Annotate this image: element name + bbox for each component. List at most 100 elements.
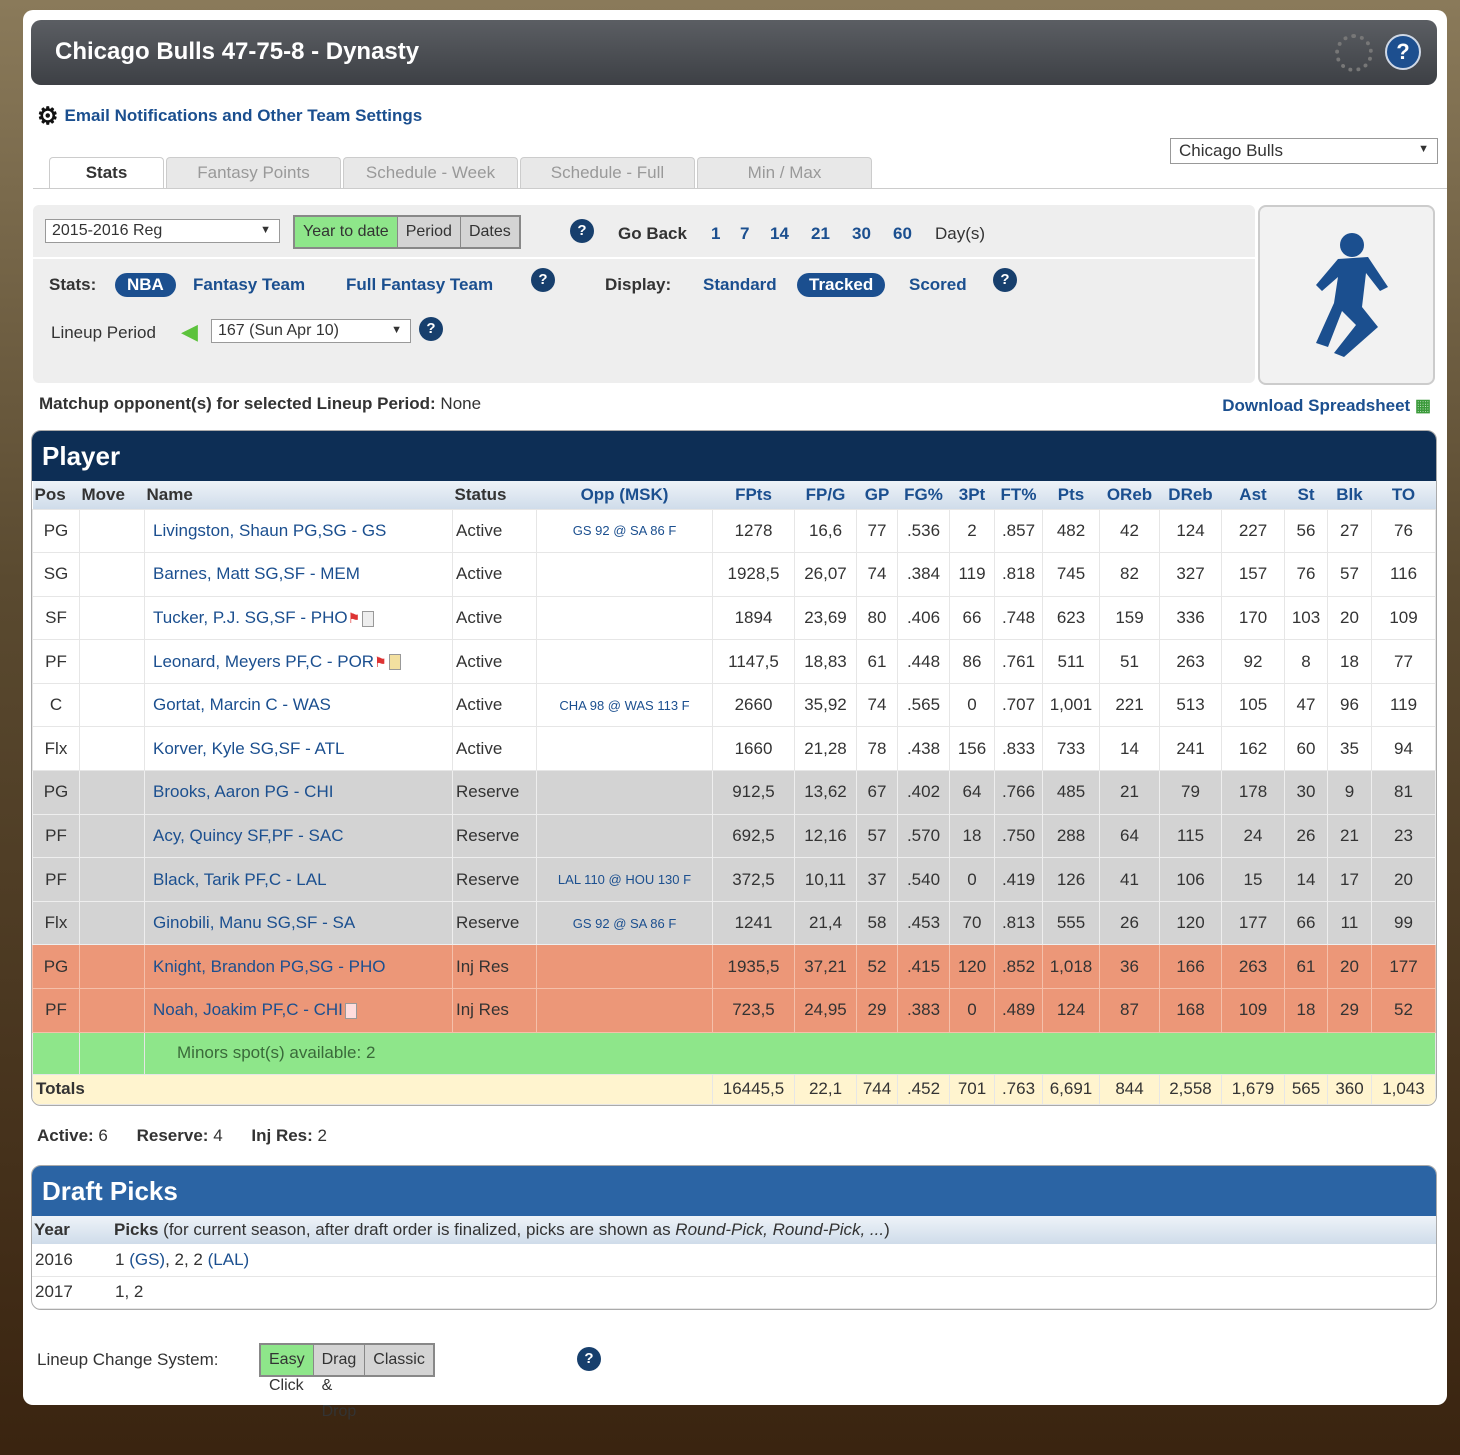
display-standard[interactable]: Standard — [703, 275, 777, 295]
move-cell[interactable] — [79, 682, 145, 728]
tab-stats[interactable]: Stats — [49, 157, 164, 189]
go-back-21[interactable]: 21 — [811, 224, 830, 244]
opponent-cell[interactable]: LAL 110 @ HOU 130 F — [536, 857, 713, 902]
tab-fantasy-points[interactable]: Fantasy Points — [166, 157, 341, 189]
display-scored[interactable]: Scored — [909, 275, 967, 295]
flag-icon[interactable]: ⚑ — [374, 654, 387, 670]
opponent-cell[interactable]: GS 92 @ SA 86 F — [536, 508, 713, 554]
opponent-cell[interactable] — [536, 639, 713, 684]
col-pos[interactable]: Pos — [32, 481, 80, 509]
help-icon[interactable]: ? — [570, 219, 594, 243]
tab-min-max[interactable]: Min / Max — [697, 157, 872, 189]
opponent-cell[interactable]: GS 92 @ SA 86 F — [536, 900, 713, 946]
col-st[interactable]: St — [1284, 481, 1328, 509]
opponent-cell[interactable] — [536, 770, 713, 815]
col-ast[interactable]: Ast — [1221, 481, 1285, 509]
go-back-14[interactable]: 14 — [770, 224, 789, 244]
dates-button[interactable]: Dates — [460, 217, 519, 247]
col-fpts[interactable]: FPts — [712, 481, 795, 509]
player-name-link[interactable]: Acy, Quincy SF,PF - SAC — [153, 826, 344, 845]
col-dreb[interactable]: DReb — [1159, 481, 1222, 509]
position-cell[interactable]: PF — [32, 988, 80, 1033]
help-icon[interactable]: ? — [531, 268, 555, 292]
player-name-link[interactable]: Leonard, Meyers PF,C - POR — [153, 652, 374, 671]
move-cell[interactable] — [79, 552, 145, 597]
opponent-cell[interactable] — [536, 813, 713, 859]
move-cell[interactable] — [79, 770, 145, 815]
stats-nba[interactable]: NBA — [115, 273, 176, 297]
opponent-cell[interactable]: CHA 98 @ WAS 113 F — [536, 682, 713, 728]
display-tracked[interactable]: Tracked — [797, 273, 886, 297]
move-cell[interactable] — [79, 726, 145, 772]
tab-schedule-full[interactable]: Schedule - Full — [520, 157, 695, 189]
player-note-icon[interactable] — [388, 654, 401, 671]
position-cell[interactable]: SF — [32, 595, 80, 641]
col-oreb[interactable]: OReb — [1099, 481, 1160, 509]
position-cell[interactable]: PF — [32, 813, 80, 859]
help-icon[interactable]: ? — [419, 317, 443, 341]
opponent-cell[interactable] — [536, 988, 713, 1033]
col-fp-g[interactable]: FP/G — [794, 481, 857, 509]
col-gp[interactable]: GP — [856, 481, 898, 509]
col-fg-[interactable]: FG% — [897, 481, 950, 509]
move-cell[interactable] — [79, 595, 145, 641]
player-name-link[interactable]: Black, Tarik PF,C - LAL — [153, 870, 327, 889]
period-button[interactable]: Period — [397, 217, 461, 247]
easy-click-button[interactable]: Easy Click — [261, 1345, 314, 1394]
team-settings-link[interactable]: ⚙ Email Notifications and Other Team Sett… — [37, 102, 422, 131]
col-pts[interactable]: Pts — [1042, 481, 1100, 509]
position-cell[interactable]: Flx — [32, 726, 80, 772]
move-cell[interactable] — [79, 639, 145, 684]
player-name-link[interactable]: Ginobili, Manu SG,SF - SA — [153, 913, 355, 932]
tab-schedule-week[interactable]: Schedule - Week — [343, 157, 518, 189]
move-cell[interactable] — [79, 944, 145, 990]
move-cell[interactable] — [79, 813, 145, 859]
position-cell[interactable]: PF — [32, 639, 80, 684]
opponent-cell[interactable] — [536, 552, 713, 597]
position-cell[interactable]: C — [32, 682, 80, 728]
position-cell[interactable]: PG — [32, 770, 80, 815]
download-spreadsheet-link[interactable]: Download Spreadsheet ▦ — [1222, 396, 1431, 416]
col-3pt[interactable]: 3Pt — [949, 481, 995, 509]
col-blk[interactable]: Blk — [1327, 481, 1372, 509]
season-select[interactable]: 2015-2016 Reg — [45, 219, 280, 243]
col-move[interactable]: Move — [79, 481, 145, 509]
go-back-7[interactable]: 7 — [740, 224, 749, 244]
position-cell[interactable]: PG — [32, 508, 80, 554]
player-name-link[interactable]: Brooks, Aaron PG - CHI — [153, 782, 333, 801]
flag-icon[interactable]: ⚑ — [348, 610, 361, 626]
move-cell[interactable] — [79, 508, 145, 554]
col-opp-msk-[interactable]: Opp (MSK) — [536, 481, 713, 509]
help-icon[interactable]: ? — [577, 1347, 601, 1371]
player-name-link[interactable]: Tucker, P.J. SG,SF - PHO — [153, 608, 348, 627]
go-back-30[interactable]: 30 — [852, 224, 871, 244]
col-name[interactable]: Name — [144, 481, 453, 509]
player-note-icon[interactable] — [344, 1002, 357, 1019]
move-cell[interactable] — [79, 988, 145, 1033]
opponent-cell[interactable] — [536, 595, 713, 641]
player-name-link[interactable]: Korver, Kyle SG,SF - ATL — [153, 739, 344, 758]
col-status[interactable]: Status — [452, 481, 537, 509]
col-to[interactable]: TO — [1371, 481, 1436, 509]
stats-full-fantasy-team[interactable]: Full Fantasy Team — [346, 275, 493, 295]
go-back-60[interactable]: 60 — [893, 224, 912, 244]
position-cell[interactable]: PG — [32, 944, 80, 990]
move-cell[interactable] — [79, 900, 145, 946]
position-cell[interactable]: PF — [32, 857, 80, 902]
help-icon[interactable]: ? — [993, 268, 1017, 292]
col-ft-[interactable]: FT% — [994, 481, 1043, 509]
team-select[interactable]: Chicago Bulls — [1170, 138, 1438, 164]
drag-drop-button[interactable]: Drag & Drop — [313, 1345, 366, 1420]
classic-button[interactable]: Classic — [365, 1345, 433, 1375]
player-note-icon[interactable] — [362, 610, 375, 627]
player-name-link[interactable]: Gortat, Marcin C - WAS — [153, 695, 331, 714]
opponent-cell[interactable] — [536, 726, 713, 772]
go-back-1[interactable]: 1 — [711, 224, 720, 244]
help-icon[interactable]: ? — [1385, 34, 1421, 70]
player-name-link[interactable]: Noah, Joakim PF,C - CHI — [153, 1000, 343, 1019]
player-name-link[interactable]: Livingston, Shaun PG,SG - GS — [153, 521, 386, 540]
opponent-cell[interactable] — [536, 944, 713, 990]
player-name-link[interactable]: Barnes, Matt SG,SF - MEM — [153, 564, 360, 583]
position-cell[interactable]: SG — [32, 552, 80, 597]
previous-period-arrow-icon[interactable]: ◀ — [181, 319, 198, 345]
